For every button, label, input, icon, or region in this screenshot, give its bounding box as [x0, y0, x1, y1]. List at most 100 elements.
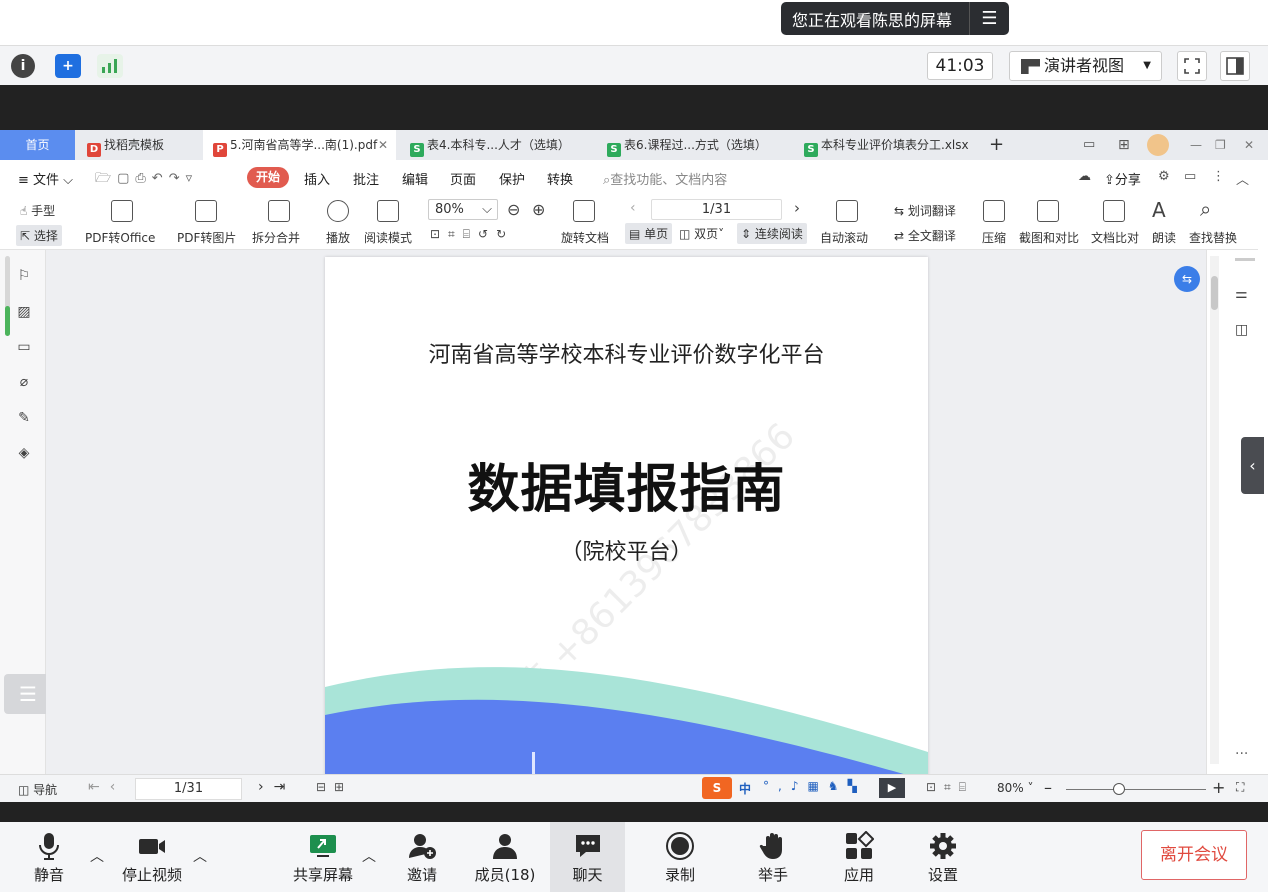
settings-button[interactable]: 设置 [910, 822, 976, 892]
add-tab-icon[interactable]: + [989, 130, 1004, 160]
menu-edit[interactable]: 编辑 [402, 169, 428, 188]
quick-access-icons[interactable]: 🗁▢⎙↶↷▿ [95, 169, 198, 191]
menu-insert[interactable]: 插入 [304, 169, 330, 188]
split-merge-button[interactable]: 拆分合并 [252, 229, 300, 246]
fullscreen-button[interactable] [1177, 51, 1207, 81]
vertical-scrollbar[interactable] [1210, 256, 1219, 764]
members-button[interactable]: 成员(18) [470, 822, 540, 892]
word-translate-button[interactable]: ⇆ 划词翻译 [894, 202, 956, 219]
stop-video-button[interactable]: 停止视频 [112, 822, 192, 892]
tab-sheet-4[interactable]: S 表4.本科专...人才（选填） [410, 130, 590, 160]
play-button[interactable]: 播放 [326, 229, 350, 246]
close-window-icon[interactable]: ✕ [1244, 130, 1254, 160]
status-zoom[interactable]: 80% ˅ [997, 781, 1034, 795]
menu-annotate[interactable]: 批注 [353, 169, 379, 188]
search-input[interactable]: ⌕查找功能、文档内容 [603, 169, 727, 188]
select-tool[interactable]: ⇱ 选择 [16, 225, 62, 246]
menu-page[interactable]: 页面 [450, 169, 476, 188]
mute-button[interactable]: 静音 [19, 822, 79, 892]
document-canvas[interactable]: 河南省高等学校本科专业评价数字化平台 数据填报指南 （院校平台） 和伟 +861… [46, 250, 1206, 774]
restore-icon[interactable]: ❐ [1215, 130, 1226, 160]
ime-mode[interactable]: 中 [739, 780, 751, 797]
comment-icon[interactable]: ▭ [1184, 169, 1196, 184]
info-icon[interactable]: i [11, 54, 35, 78]
grid-icon[interactable]: ⊞ [1118, 130, 1130, 160]
tab-pdf-active[interactable]: P 5.河南省高等学...南(1).pdf ✕ [203, 130, 396, 160]
zoom-in-icon[interactable]: + [1212, 778, 1225, 797]
translate-float-icon[interactable]: ⇆ [1174, 266, 1200, 292]
invite-button[interactable]: 邀请 [396, 822, 448, 892]
attachment-icon[interactable]: ⌀ [15, 373, 33, 391]
play-icon[interactable]: ▶ [879, 778, 905, 798]
navigation-toggle[interactable]: ◫ 导航 [18, 781, 57, 798]
zoom-select[interactable]: 80% ⌵ [428, 199, 498, 220]
sogou-ime-icon[interactable]: S [702, 777, 732, 799]
share-button[interactable]: ⇪分享 [1104, 169, 1141, 188]
settings-icon[interactable]: ⚙ [1158, 169, 1170, 184]
record-button[interactable]: 录制 [645, 822, 715, 892]
audio-options-chevron-icon[interactable]: ︿ [90, 846, 104, 866]
share-options-chevron-icon[interactable]: ︿ [362, 846, 376, 866]
compress-button[interactable]: 压缩 [982, 229, 1006, 246]
pdf-to-image-button[interactable]: PDF转图片 [177, 229, 236, 246]
view-fit-icons[interactable]: ⊡⌗⌸ [926, 780, 974, 795]
thumbnail-icon[interactable]: ▨ [15, 303, 33, 321]
first-prev-page-icons[interactable]: ⇤‹ [88, 779, 125, 795]
doc-compare-button[interactable]: 文档比对 [1091, 229, 1139, 246]
page-back-forward-icons[interactable]: ⊟⊞ [316, 780, 352, 794]
tab-sheet-6[interactable]: S 表6.课程过...方式（选填） [607, 130, 787, 160]
more-icon[interactable]: ⋮ [1212, 169, 1225, 184]
reader-icon[interactable]: ◫ [1235, 322, 1248, 338]
tab-home[interactable]: 首页 [0, 130, 75, 160]
page-number-input[interactable]: 1/31 [651, 199, 782, 220]
raise-hand-button[interactable]: 举手 [740, 822, 806, 892]
prev-page-icon[interactable]: ‹ [630, 200, 636, 216]
full-translate-button[interactable]: ⇄ 全文翻译 [894, 227, 956, 244]
collapse-ribbon-icon[interactable]: ︿ [1236, 169, 1249, 188]
minimize-icon[interactable]: — [1190, 130, 1202, 160]
menu-convert[interactable]: 转换 [547, 169, 573, 188]
ime-toolbar-icons[interactable]: °,♪▦♞▚ [763, 779, 866, 793]
read-aloud-button[interactable]: 朗读 [1152, 229, 1176, 246]
tab-xlsx[interactable]: S 本科专业评价填表分工.xlsx [804, 130, 974, 160]
filter-settings-icon[interactable]: ⚌ [1235, 286, 1248, 302]
zoom-out-icon[interactable]: – [1044, 778, 1052, 797]
fullscreen-icon[interactable]: ⛶ [1236, 780, 1244, 795]
auto-scroll-button[interactable]: 自动滚动 [820, 229, 868, 246]
read-mode-button[interactable]: 阅读模式 [364, 229, 412, 246]
more-icon[interactable]: ··· [1235, 746, 1248, 762]
window-layout-icon[interactable]: ▭ [1083, 130, 1095, 160]
next-page-icon[interactable]: › [794, 199, 800, 217]
zoom-out-icon[interactable]: ⊖ [507, 200, 520, 219]
video-options-chevron-icon[interactable]: ︿ [193, 846, 207, 866]
rotate-button[interactable]: 旋转文档 [561, 229, 609, 246]
menu-start[interactable]: 开始 [247, 167, 289, 188]
avatar[interactable] [1147, 134, 1169, 156]
signal-icon[interactable] [97, 54, 123, 78]
view-size-icons[interactable]: ⊡⌗⌸↺↻ [430, 227, 514, 242]
signature-icon[interactable]: ✎ [15, 409, 33, 427]
continuous-read-button[interactable]: ⇕ 连续阅读 [737, 223, 807, 244]
single-page-button[interactable]: ▤ 单页 [625, 223, 673, 244]
hand-tool[interactable]: ☝ 手型 [20, 202, 55, 219]
leave-meeting-button[interactable]: 离开会议 [1141, 830, 1247, 880]
tab-templates[interactable]: D 找稻壳模板 [87, 130, 197, 160]
shield-icon[interactable]: + [55, 54, 81, 78]
zoom-slider-thumb[interactable] [1113, 783, 1125, 795]
close-icon[interactable]: ✕ [378, 130, 388, 160]
outline-list-icon[interactable]: ☰ [4, 674, 52, 714]
bookmark-icon[interactable]: ⚐ [15, 267, 33, 285]
share-screen-button[interactable]: 共享屏幕 [283, 822, 363, 892]
sidebar-toggle-button[interactable] [1220, 51, 1250, 81]
file-menu[interactable]: ≡ 文件 ⌵ [18, 169, 73, 188]
view-mode-select[interactable]: 演讲者视图 ▼ [1009, 51, 1162, 81]
chat-button[interactable]: 聊天 [550, 822, 625, 892]
next-last-page-icons[interactable]: ›⇥ [258, 779, 295, 795]
menu-protect[interactable]: 保护 [499, 169, 525, 188]
screenshot-compare-button[interactable]: 截图和对比 [1019, 229, 1079, 246]
cloud-sync-icon[interactable]: ☁ [1078, 169, 1091, 184]
list-icon[interactable]: ☰ [970, 8, 1009, 29]
double-page-button[interactable]: ◫ 双页˅ [679, 225, 724, 242]
zoom-slider[interactable] [1066, 789, 1206, 790]
status-page-input[interactable]: 1/31 [135, 778, 242, 800]
